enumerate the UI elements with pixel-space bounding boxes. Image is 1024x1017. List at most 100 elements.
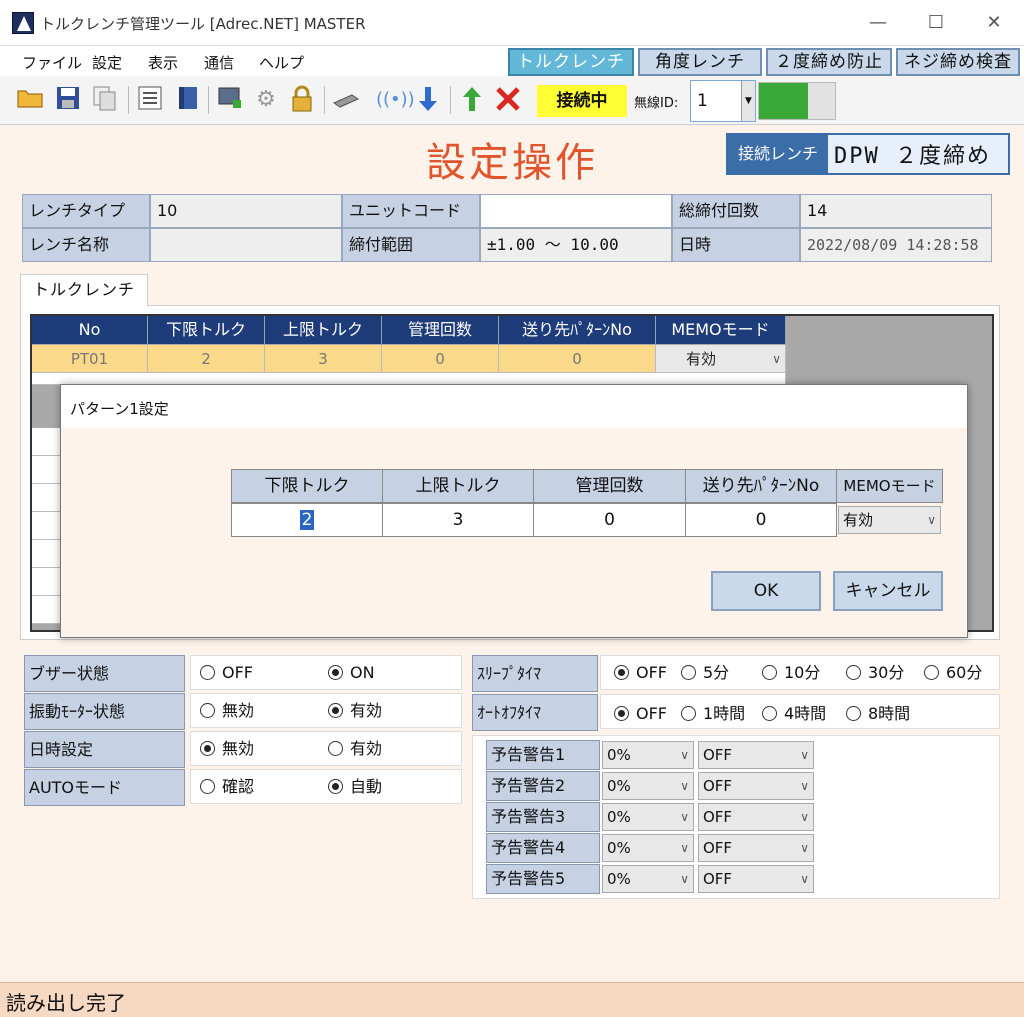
menu-view[interactable]: 表示: [148, 52, 178, 73]
toolbar-separator: [208, 86, 209, 114]
radio-label: 30分: [868, 663, 905, 682]
dialog-lower-torque-input[interactable]: 2: [231, 503, 383, 537]
save-icon[interactable]: [54, 85, 82, 115]
radio-icon: [200, 703, 215, 718]
sleep-timer-10min-radio[interactable]: 10分: [762, 655, 820, 690]
maximize-button[interactable]: ☐: [908, 6, 964, 40]
upload-arrow-icon[interactable]: [458, 85, 486, 115]
wireless-id-select[interactable]: 1 ▼: [690, 80, 756, 122]
grid-row-header: [32, 596, 60, 624]
range-label: 締付範囲: [342, 228, 480, 262]
connected-wrench-value: DPW ２度締め: [834, 144, 991, 169]
warning-5-percent-select[interactable]: 0% ∨: [602, 865, 694, 893]
app-logo-icon: [12, 12, 34, 34]
usb-icon[interactable]: [332, 85, 360, 115]
warning-1-state-select[interactable]: OFF ∨: [698, 741, 814, 769]
dialog-dest-pattern-input[interactable]: 0: [685, 503, 837, 537]
download-arrow-icon[interactable]: [414, 85, 442, 115]
vibration-enabled-radio[interactable]: 有効: [328, 693, 382, 728]
menu-settings[interactable]: 設定: [92, 52, 122, 73]
mode-torque-wrench-button[interactable]: トルクレンチ: [508, 48, 634, 76]
warning-2-label: 予告警告2: [486, 771, 600, 801]
auto-off-1h-radio[interactable]: 1時間: [681, 696, 745, 731]
wrench-name-value: [150, 228, 342, 262]
open-folder-icon[interactable]: [16, 85, 44, 115]
dialog-header-memo-mode: MEMOモード: [836, 469, 943, 503]
checklist-icon[interactable]: [136, 85, 164, 115]
dialog-count-input[interactable]: 0: [533, 503, 686, 537]
menu-help[interactable]: ヘルプ: [259, 52, 304, 73]
radio-icon: [681, 665, 696, 680]
dialog-memo-mode-select[interactable]: 有効 ∨: [838, 506, 941, 534]
warning-1-percent-select[interactable]: 0% ∨: [602, 741, 694, 769]
gear-icon[interactable]: ⚙: [252, 85, 280, 115]
radio-label: 自動: [350, 777, 383, 796]
datetime-disabled-radio[interactable]: 無効: [200, 731, 254, 766]
grid-row-header: [32, 428, 60, 456]
ok-button[interactable]: OK: [711, 571, 821, 611]
grid-row-upper[interactable]: 3: [265, 345, 382, 373]
unit-code-value: [480, 194, 672, 228]
datetime-setting-label: 日時設定: [24, 731, 185, 768]
grid-row-lower[interactable]: 2: [148, 345, 265, 373]
tab-torque-wrench[interactable]: トルクレンチ: [20, 274, 148, 306]
chevron-down-icon: ∨: [680, 810, 689, 824]
warning-2-state-select[interactable]: OFF ∨: [698, 772, 814, 800]
sleep-timer-60min-radio[interactable]: 60分: [924, 655, 982, 690]
mode-screw-inspection-button[interactable]: ネジ締め検査: [896, 48, 1020, 76]
vibration-disabled-radio[interactable]: 無効: [200, 693, 254, 728]
select-value: 0%: [607, 839, 631, 857]
close-button[interactable]: ✕: [966, 6, 1022, 40]
auto-off-4h-radio[interactable]: 4時間: [762, 696, 826, 731]
chevron-down-icon: ∨: [800, 872, 809, 886]
radio-label: 10分: [784, 663, 821, 682]
monitor-icon[interactable]: [216, 85, 244, 115]
radio-selected-icon: [328, 703, 343, 718]
menu-file[interactable]: ファイル: [22, 52, 82, 73]
radio-label: 60分: [946, 663, 983, 682]
radio-label: 1時間: [703, 704, 746, 723]
grid-header-memo-mode: MEMOモード: [656, 316, 786, 344]
mode-double-tighten-button[interactable]: ２度締め防止: [766, 48, 892, 76]
warning-3-state-select[interactable]: OFF ∨: [698, 803, 814, 831]
menu-communication[interactable]: 通信: [204, 52, 234, 73]
sleep-timer-5min-radio[interactable]: 5分: [681, 655, 729, 690]
lock-icon[interactable]: [288, 85, 316, 115]
delete-x-icon[interactable]: [494, 85, 522, 115]
radio-selected-icon: [614, 665, 629, 680]
warning-3-percent-select[interactable]: 0% ∨: [602, 803, 694, 831]
minimize-button[interactable]: —: [850, 6, 906, 40]
sleep-timer-off-radio[interactable]: OFF: [614, 655, 667, 690]
grid-row-memo-select[interactable]: 有効 ∨: [656, 345, 786, 373]
copy-icon[interactable]: [90, 85, 118, 115]
buzzer-off-radio[interactable]: OFF: [200, 655, 253, 690]
grid-row-header: [32, 484, 60, 512]
chevron-down-icon: ∨: [680, 872, 689, 886]
radio-label: OFF: [636, 704, 667, 723]
select-value: 0%: [607, 808, 631, 826]
chevron-down-icon: ∨: [800, 748, 809, 762]
auto-mode-auto-radio[interactable]: 自動: [328, 769, 382, 804]
datetime-enabled-radio[interactable]: 有効: [328, 731, 382, 766]
warning-5-state-select[interactable]: OFF ∨: [698, 865, 814, 893]
buzzer-on-radio[interactable]: ON: [328, 655, 375, 690]
radio-label: 無効: [222, 701, 255, 720]
warning-4-state-select[interactable]: OFF ∨: [698, 834, 814, 862]
dialog-upper-torque-input[interactable]: 3: [382, 503, 534, 537]
grid-row-no[interactable]: PT01: [32, 345, 148, 373]
warning-2-percent-select[interactable]: 0% ∨: [602, 772, 694, 800]
grid-row-dest[interactable]: 0: [499, 345, 656, 373]
auto-off-8h-radio[interactable]: 8時間: [846, 696, 910, 731]
warning-4-percent-select[interactable]: 0% ∨: [602, 834, 694, 862]
sleep-timer-30min-radio[interactable]: 30分: [846, 655, 904, 690]
wireless-icon[interactable]: ((•)): [376, 85, 415, 115]
select-value: OFF: [703, 746, 733, 764]
connected-wrench-label: 接続レンチ: [728, 135, 828, 173]
dialog-lower-torque-value: 2: [299, 510, 315, 530]
cancel-button[interactable]: キャンセル: [833, 571, 943, 611]
book-icon[interactable]: [174, 85, 202, 115]
grid-row-count[interactable]: 0: [382, 345, 499, 373]
auto-mode-confirm-radio[interactable]: 確認: [200, 769, 254, 804]
auto-off-off-radio[interactable]: OFF: [614, 696, 667, 731]
mode-angle-wrench-button[interactable]: 角度レンチ: [638, 48, 762, 76]
